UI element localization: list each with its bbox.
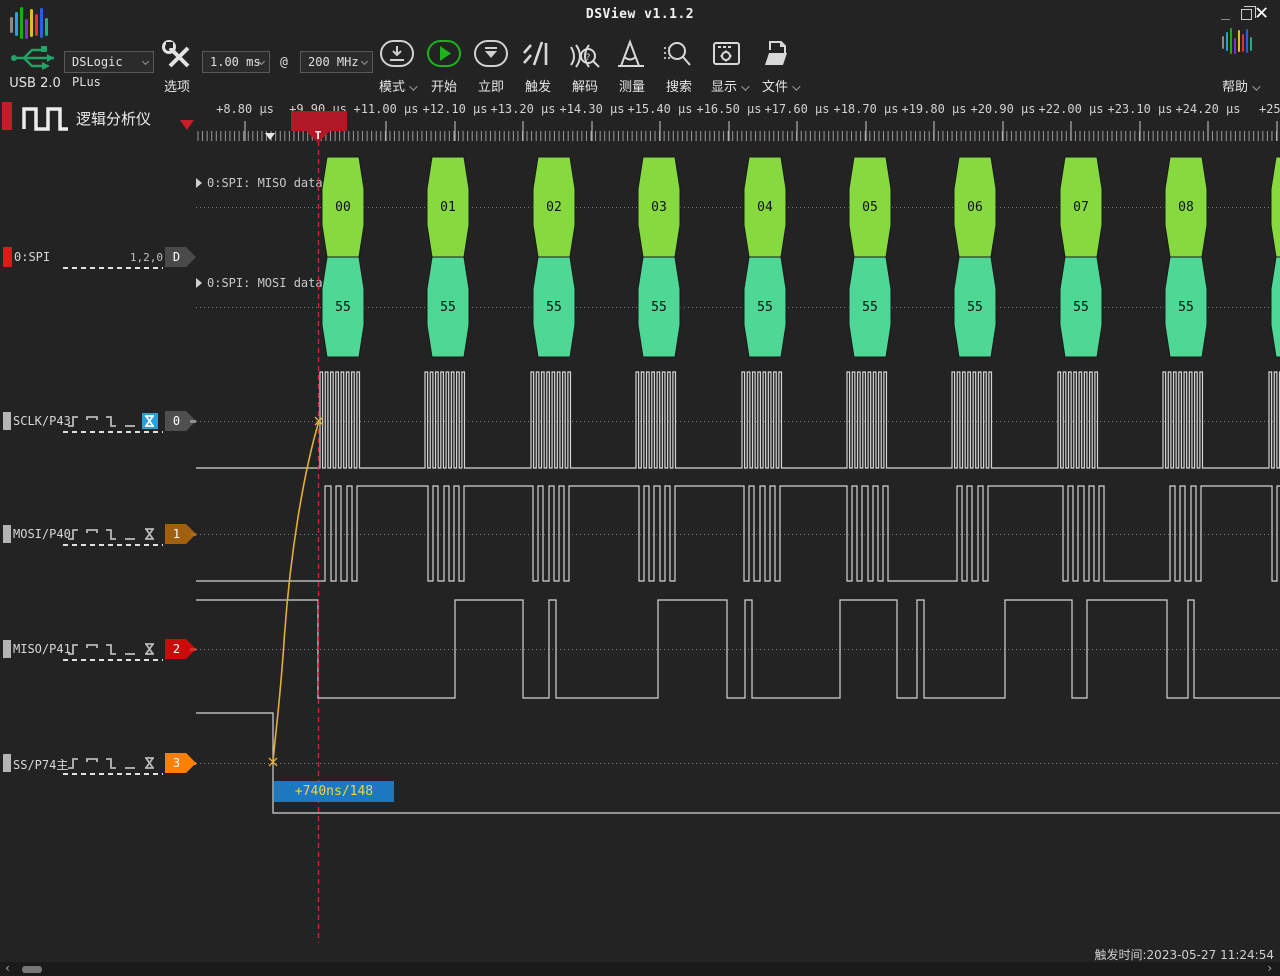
decode-block-value: 55 [862,300,878,315]
channel-guide-tick [190,648,196,651]
logo-bar [10,16,13,33]
logo-bar [40,7,43,38]
ruler-label: +13.20 μs [490,102,555,116]
waveform-SCLK/P43 [196,371,1280,469]
decode-block-value: 55 [1073,300,1089,315]
ruler-label: +23.10 μs [1107,102,1172,116]
decode-block-value: 03 [651,200,667,215]
decode-row-expand-icon[interactable] [196,278,202,288]
decode-block-value: 55 [546,300,562,315]
decode-block-value: 55 [1178,300,1194,315]
trigger-flag-label: T [315,129,322,142]
ruler-label: +17.60 μs [764,102,829,116]
decode-block-value: 07 [1073,200,1089,215]
ruler-label: +16.50 μs [696,102,761,116]
channel-guide-tick [190,533,196,536]
decode-block-value: 55 [967,300,983,315]
ruler-label: +8.80 μs [216,102,274,116]
waveform-plot[interactable]: +8.80 μs +9.90 μs +11.00 μs +12.10 μs +13.20… [0,0,1280,976]
decode-row-label: 0:SPI: MISO data [207,176,323,190]
logo-bar [30,9,33,37]
logo-bar [45,17,48,36]
decode-block-value: 55 [757,300,773,315]
decode-block[interactable] [1270,256,1280,358]
decode-block-value: 06 [967,200,983,215]
ruler-label: +19.80 μs [901,102,966,116]
decode-block-value: 05 [862,200,878,215]
ruler-label: +25.3 [1259,102,1280,116]
channel-guide-tick [190,420,196,423]
decode-block-value: 02 [546,200,562,215]
decode-row-expand-icon[interactable] [196,178,202,188]
ruler-label: +15.40 μs [627,102,692,116]
horizontal-scrollbar[interactable] [0,962,1280,976]
trigger-time-status: 触发时间:2023-05-27 11:24:54 [1094,948,1275,962]
decode-block-value: 55 [651,300,667,315]
decode-row-label: 0:SPI: MOSI data [207,276,323,290]
ruler-label: +12.10 μs [422,102,487,116]
decode-block-value: 04 [757,200,773,215]
ruler-label: +22.00 μs [1038,102,1103,116]
measure-annotation: +740ns/148 [274,781,394,802]
ruler-label: +14.30 μs [559,102,624,116]
decode-block-value: 00 [335,200,351,215]
ruler-label: +18.70 μs [833,102,898,116]
scroll-left-icon[interactable]: ‹ [4,961,11,975]
decode-block[interactable] [1270,156,1280,258]
ruler-label: +20.90 μs [970,102,1035,116]
decode-block-value: 08 [1178,200,1194,215]
scroll-right-icon[interactable]: › [1266,961,1273,975]
decode-block-value: 01 [440,200,456,215]
ruler-label: +24.20 μs [1175,102,1240,116]
trigger-flag[interactable] [291,111,347,131]
waveform-MISO/P41 [196,599,1280,699]
waveform-MOSI/P40 [196,485,1280,582]
decode-block-value: 55 [335,300,351,315]
measure-curve [272,420,320,763]
logo-bar [15,11,18,36]
logo-bar [20,6,23,39]
logo-bar [35,14,38,36]
decode-block-value: 55 [440,300,456,315]
ruler-label: +11.00 μs [353,102,418,116]
logo-bar [25,19,28,39]
scrollbar-handle[interactable] [22,966,42,973]
channel-guide-tick [190,762,196,765]
